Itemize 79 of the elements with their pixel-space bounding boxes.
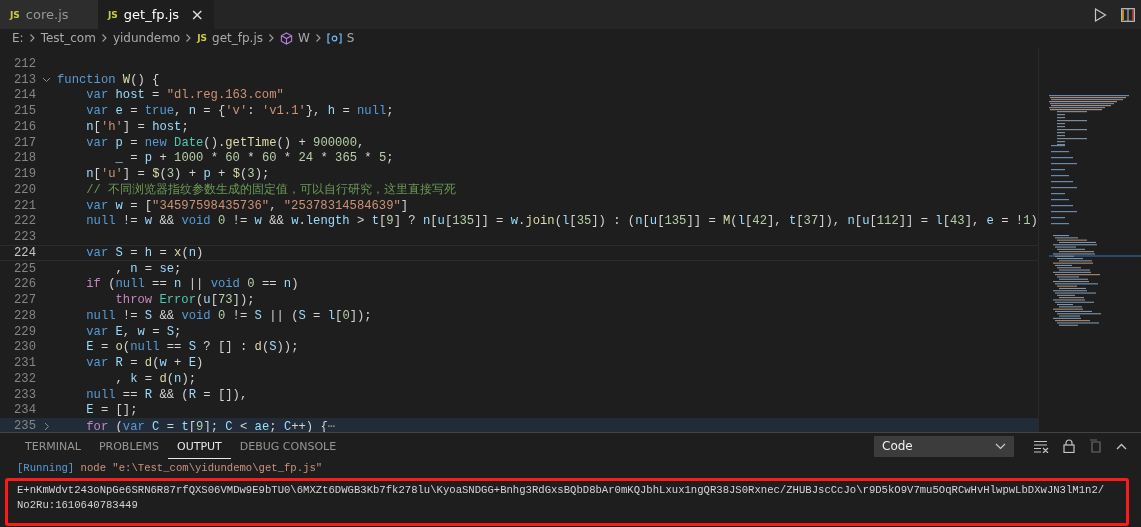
code-line: E = [];: [85, 403, 138, 418]
line-number: 230: [13, 340, 36, 355]
line-number: 226: [13, 277, 36, 292]
code-line: n['h'] = host;: [85, 119, 189, 134]
line-number: 231: [13, 356, 36, 371]
breadcrumb-item[interactable]: E:: [12, 31, 24, 45]
chevron-down-icon: [995, 442, 1006, 450]
breadcrumb-item[interactable]: Test_com: [40, 31, 96, 45]
code-line: null != w && void 0 != w && w.length > t[9] ? n[u[135]] = w.join(l[35]) : (n[u[135]] = M(l[42], t[37]), n[u[112]] = l[43], e = !1): [85, 214, 1038, 229]
editor-tab[interactable]: JS get_fp.js ×: [98, 0, 214, 29]
code-line: null != S && void 0 != S || (S = l[0]);: [85, 308, 372, 323]
run-icon[interactable]: [1094, 7, 1107, 22]
line-number: 223: [13, 230, 36, 245]
line-number: 218: [13, 151, 36, 166]
minimap-drawing[interactable]: [1037, 47, 1141, 432]
code-line: var host = "dl.reg.163.com": [85, 88, 284, 103]
code-line: n['u'] = $(3) + p + $(3);: [85, 167, 270, 182]
output-channel-dropdown[interactable]: Code: [874, 435, 1014, 457]
line-number: 216: [13, 119, 36, 134]
code-line: , k = d(n);: [114, 371, 197, 386]
lock-icon[interactable]: [1063, 439, 1075, 453]
breadcrumb-item[interactable]: yidundemo: [112, 31, 181, 45]
code-line: for (var C = t[9]; C < ae; C++) {⋯: [85, 418, 336, 432]
output-line: [Running] node "e:\Test_com\yidundemo\get_fp.js": [16, 461, 324, 476]
js-file-icon: JS: [197, 33, 208, 43]
line-number: 232: [13, 371, 36, 386]
code-line: var e = true, n = {'v': 'v1.1'}, h = null;: [85, 104, 394, 119]
code-line: , n = se;: [114, 261, 182, 276]
code-line: var p = new Date().getTime() + 900000,: [85, 135, 365, 150]
code-line: E = o(null == S ? [] : d(S));: [85, 340, 299, 355]
breadcrumb-item[interactable]: W: [298, 31, 310, 45]
output-line: E+nKmWdvt243oNpGe6SRN6R87rfQXS06VMDw9E9bTU0\6MXZt6DWGB3Kb7fk278lu\KyoaSNDGG+Bnhg3RdGxsBQbD8bAr0mKQJbhLxux1ngQR38JS0Rxnec/ZHUBJscCcJo\r9D5kO9V7mu5OqRCwHvHlwpwLbDXwJN3lM1n2/: [17, 482, 1105, 498]
breadcrumb-item[interactable]: get_fp.js: [212, 31, 263, 45]
line-number: 224: [13, 245, 36, 260]
line-number: 214: [13, 88, 36, 103]
chevron-icon: [185, 33, 193, 43]
code-line: var E, w = S;: [85, 324, 182, 339]
code-line: var w = ["34597598435736", "25378314584639"]: [85, 198, 409, 213]
breadcrumb-item[interactable]: S: [346, 31, 355, 45]
split-editor-icon[interactable]: [1121, 7, 1135, 22]
line-number: 228: [13, 308, 36, 323]
line-number: 217: [13, 135, 36, 150]
chevron-right-icon[interactable]: [43, 421, 50, 431]
line-number: 221: [13, 198, 36, 213]
chevron-icon: [268, 33, 275, 43]
panel-tab[interactable]: TERMINAL: [16, 433, 90, 459]
code-line: var R = d(w + E): [85, 356, 204, 371]
code-line: if (null == n || void 0 == n): [85, 277, 299, 292]
code-line: // 不同浏览器指纹参数生成的固定值，可以自行研究，这里直接写死: [85, 182, 457, 199]
panel-tab[interactable]: DEBUG CONSOLE: [230, 433, 346, 459]
code-line: function W() {: [57, 72, 160, 87]
line-number: 213: [13, 72, 36, 87]
code-line: _ = p + 1000 * 60 * 60 * 24 * 365 * 5;: [114, 151, 394, 166]
line-number: 234: [13, 403, 36, 418]
code-line: null == R && (R = []),: [85, 387, 248, 402]
chevron-icon: [28, 33, 36, 43]
line-number: 220: [13, 182, 36, 197]
editor-tab[interactable]: JS core.js: [0, 0, 98, 29]
panel-tab[interactable]: OUTPUT: [168, 433, 231, 459]
chevron-icon: [314, 33, 322, 43]
line-number: 235: [13, 419, 36, 432]
code-line: var S = h = x(n): [85, 245, 204, 260]
line-number: 227: [13, 293, 36, 308]
chevron-icon: [100, 33, 108, 43]
line-number: 233: [13, 387, 36, 402]
chevron-down-icon[interactable]: [42, 76, 51, 83]
line-number: 229: [13, 324, 36, 339]
line-number: 222: [13, 214, 36, 229]
cube-icon: [280, 31, 293, 45]
clear-output-icon[interactable]: [1034, 439, 1049, 453]
variable-icon: [326, 32, 342, 44]
line-number: 212: [13, 56, 36, 71]
line-number: 219: [13, 167, 36, 182]
line-number: 225: [13, 261, 36, 276]
output-line: No2Ru:1610640783449: [17, 498, 138, 513]
line-number: 215: [13, 104, 36, 119]
chevron-up-icon[interactable]: [1116, 442, 1127, 450]
panel-tab[interactable]: PROBLEMS: [89, 433, 168, 459]
code-line: throw Error(u[73]);: [114, 293, 255, 308]
